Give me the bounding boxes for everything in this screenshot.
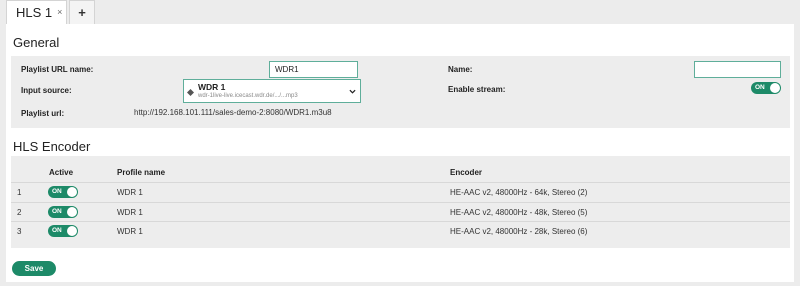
profile-name: WDR 1 bbox=[117, 208, 143, 217]
input-source-label: Input source: bbox=[21, 86, 72, 95]
tab-bar: HLS 1 × + bbox=[0, 0, 800, 24]
general-section-title: General bbox=[13, 35, 60, 50]
row-index: 1 bbox=[17, 188, 22, 197]
encoder-table: Active Profile name Encoder 1 ON WDR 1 H… bbox=[11, 156, 790, 248]
main-panel: General Playlist URL name: WDR1 Input so… bbox=[6, 24, 794, 282]
encoder-description: HE-AAC v2, 48000Hz - 48k, Stereo (5) bbox=[450, 208, 588, 217]
toggle-knob bbox=[67, 207, 77, 217]
toggle-state-label: ON bbox=[755, 84, 765, 91]
toggle-knob bbox=[67, 226, 77, 236]
column-header-encoder: Encoder bbox=[450, 168, 483, 177]
playlist-url-name-field[interactable]: WDR1 bbox=[269, 61, 358, 78]
toggle-state-label: ON bbox=[52, 227, 62, 234]
profile-name: WDR 1 bbox=[117, 188, 143, 197]
playlist-url-label: Playlist url: bbox=[21, 109, 65, 118]
toggle-state-label: ON bbox=[52, 208, 62, 215]
profile-name: WDR 1 bbox=[117, 227, 143, 236]
column-header-active: Active bbox=[49, 168, 74, 177]
general-settings-box: Playlist URL name: WDR1 Input source: WD… bbox=[11, 56, 790, 128]
enable-stream-toggle[interactable]: ON bbox=[751, 82, 781, 94]
close-icon[interactable]: × bbox=[57, 8, 62, 17]
active-toggle[interactable]: ON bbox=[48, 206, 78, 218]
input-source-url: wdr-1live-live.icecast.wdr.de/.../...mp3 bbox=[198, 93, 298, 99]
input-source-select[interactable]: WDR 1 wdr-1live-live.icecast.wdr.de/.../… bbox=[183, 79, 361, 103]
name-field[interactable] bbox=[694, 61, 781, 78]
table-row[interactable]: 2 ON WDR 1 HE-AAC v2, 48000Hz - 48k, Ste… bbox=[11, 202, 790, 221]
enable-stream-label: Enable stream: bbox=[448, 85, 506, 94]
tab-hls-1[interactable]: HLS 1 × bbox=[6, 0, 67, 24]
toggle-knob bbox=[770, 83, 780, 93]
add-tab-button[interactable]: + bbox=[69, 0, 95, 24]
row-index: 2 bbox=[17, 208, 22, 217]
active-toggle[interactable]: ON bbox=[48, 225, 78, 237]
table-row[interactable]: 3 ON WDR 1 HE-AAC v2, 48000Hz - 28k, Ste… bbox=[11, 221, 790, 240]
chevron-down-icon bbox=[349, 89, 356, 94]
column-header-profile: Profile name bbox=[117, 168, 166, 177]
table-row[interactable]: 1 ON WDR 1 HE-AAC v2, 48000Hz - 64k, Ste… bbox=[11, 182, 790, 201]
tab-label: HLS 1 bbox=[16, 5, 53, 20]
save-button[interactable]: Save bbox=[12, 261, 56, 276]
toggle-state-label: ON bbox=[52, 188, 62, 195]
encoder-description: HE-AAC v2, 48000Hz - 64k, Stereo (2) bbox=[450, 188, 588, 197]
hls-encoder-section-title: HLS Encoder bbox=[13, 139, 91, 154]
name-label: Name: bbox=[448, 65, 473, 74]
plus-icon: + bbox=[78, 5, 86, 20]
encoder-description: HE-AAC v2, 48000Hz - 28k, Stereo (6) bbox=[450, 227, 588, 236]
playlist-url-name-label: Playlist URL name: bbox=[21, 65, 94, 74]
toggle-knob bbox=[67, 187, 77, 197]
row-index: 3 bbox=[17, 227, 22, 236]
playlist-url-value: http://192.168.101.111/sales-demo-2:8080… bbox=[134, 108, 332, 117]
active-toggle[interactable]: ON bbox=[48, 186, 78, 198]
input-source-name: WDR 1 bbox=[198, 82, 226, 92]
stream-source-icon bbox=[187, 89, 194, 96]
